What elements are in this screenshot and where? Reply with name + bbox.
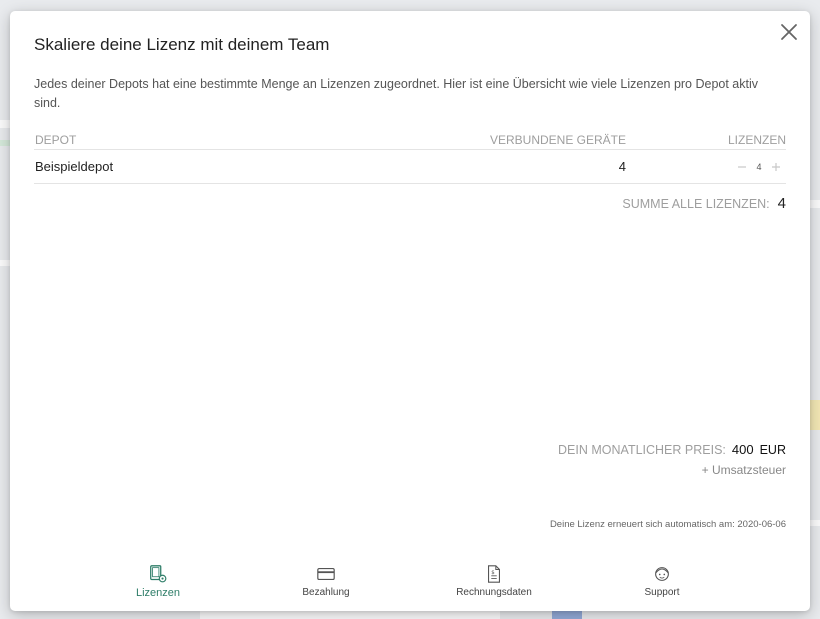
increment-button[interactable] <box>766 157 786 177</box>
depot-name: Beispieldepot <box>35 159 114 174</box>
sum-label: Summe alle Lizenzen: <box>622 197 770 211</box>
connected-devices: 4 <box>618 159 626 174</box>
devices-icon <box>150 565 167 583</box>
dialog-title: Skaliere deine Lizenz mit deinem Team <box>34 35 330 54</box>
support-icon <box>655 567 669 581</box>
invoice-icon: $ <box>488 565 500 583</box>
sum-value: 4 <box>777 195 786 212</box>
license-sum: Summe alle Lizenzen: 4 <box>622 195 786 212</box>
decrement-button[interactable] <box>732 157 752 177</box>
tax-note: + Umsatzsteuer <box>701 463 786 477</box>
renewal-note: Deine Lizenz erneuert sich automatisch a… <box>549 519 786 530</box>
plus-icon <box>772 162 780 171</box>
dialog-description: Jedes deiner Depots hat eine bestimmte M… <box>34 77 759 110</box>
close-button[interactable] <box>778 21 800 43</box>
header-depot: Depot <box>35 132 77 147</box>
table-header: Depot Verbundene Geräte Lizenzen <box>34 132 786 150</box>
header-licenses: Lizenzen <box>727 132 786 147</box>
header-devices: Verbundene Geräte <box>489 132 626 147</box>
svg-text:$: $ <box>491 570 495 576</box>
tab-support[interactable]: Support <box>602 563 722 598</box>
credit-card-icon <box>317 567 335 581</box>
license-table: Depot Verbundene Geräte Lizenzen Beispie… <box>34 132 786 184</box>
tab-label: Support <box>644 587 680 598</box>
tab-bezahlung[interactable]: Bezahlung <box>266 563 386 598</box>
tab-lizenzen[interactable]: Lizenzen <box>98 563 218 599</box>
price-currency: EUR <box>759 443 786 457</box>
tab-label: Lizenzen <box>135 587 181 599</box>
monthly-price: Dein monatlicher Preis: 400 EUR <box>558 442 786 457</box>
license-dialog: Skaliere deine Lizenz mit deinem Team Je… <box>10 11 810 611</box>
tab-label: Bezahlung <box>302 587 350 598</box>
minus-icon <box>738 165 746 168</box>
bottom-tab-bar: Lizenzen Bezahlung $ Rechnungsdaten Supp… <box>10 563 810 607</box>
license-count: 4 <box>756 161 762 172</box>
price-label: Dein monatlicher Preis: <box>558 443 726 457</box>
tab-label: Rechnungsdaten <box>456 587 532 598</box>
license-stepper: 4 <box>626 157 786 177</box>
close-icon <box>781 24 797 40</box>
tab-rechnungsdaten[interactable]: $ Rechnungsdaten <box>434 563 554 598</box>
price-value: 400 <box>731 442 754 457</box>
table-row: Beispieldepot 4 4 <box>34 150 786 184</box>
